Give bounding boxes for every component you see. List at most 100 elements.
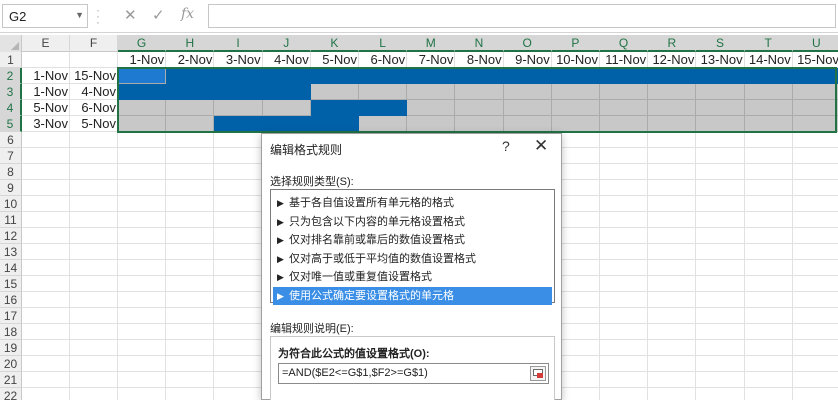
gantt-empty-cell[interactable] bbox=[648, 100, 697, 116]
date-header-cell[interactable]: 4-Nov bbox=[263, 52, 311, 68]
gantt-bar-cell[interactable] bbox=[696, 68, 745, 84]
gantt-empty-cell[interactable] bbox=[310, 84, 359, 100]
date-header-cell[interactable]: 14-Nov bbox=[745, 52, 793, 68]
date-header-cell[interactable]: 15-Nov bbox=[793, 52, 838, 68]
task-start-cell[interactable]: 1-Nov bbox=[22, 84, 70, 100]
gantt-empty-cell[interactable] bbox=[118, 100, 167, 116]
row-header-6[interactable]: 6 bbox=[0, 132, 22, 148]
date-header-cell[interactable]: 9-Nov bbox=[504, 52, 552, 68]
date-header-cell[interactable]: 11-Nov bbox=[600, 52, 648, 68]
gantt-bar-cell[interactable] bbox=[166, 84, 215, 100]
gantt-bar-cell[interactable] bbox=[648, 68, 697, 84]
row-header-9[interactable]: 9 bbox=[0, 180, 22, 196]
date-header-cell[interactable]: 1-Nov bbox=[118, 52, 166, 68]
row-header-10[interactable]: 10 bbox=[0, 196, 22, 212]
row-header-12[interactable]: 12 bbox=[0, 228, 22, 244]
row-header-3[interactable]: 3 bbox=[0, 84, 22, 100]
select-all-corner[interactable] bbox=[0, 35, 22, 52]
column-header-m[interactable]: M bbox=[407, 35, 456, 52]
gantt-empty-cell[interactable] bbox=[551, 100, 600, 116]
gantt-bar-cell[interactable] bbox=[600, 68, 649, 84]
column-header-h[interactable]: H bbox=[166, 35, 215, 52]
rule-type-item[interactable]: ▶ 仅对唯一值或重复值设置格式 bbox=[273, 268, 552, 286]
date-header-cell[interactable]: 6-Nov bbox=[359, 52, 407, 68]
column-header-f[interactable]: F bbox=[70, 35, 118, 52]
date-header-cell[interactable]: 7-Nov bbox=[407, 52, 455, 68]
gantt-bar-cell[interactable] bbox=[262, 116, 311, 132]
gantt-bar-cell[interactable] bbox=[166, 68, 215, 84]
date-header-cell[interactable]: 10-Nov bbox=[552, 52, 600, 68]
gantt-empty-cell[interactable] bbox=[118, 116, 167, 132]
gantt-empty-cell[interactable] bbox=[744, 100, 793, 116]
row-header-20[interactable]: 20 bbox=[0, 356, 22, 372]
gantt-bar-cell[interactable] bbox=[310, 100, 359, 116]
row-header-15[interactable]: 15 bbox=[0, 276, 22, 292]
row-header-8[interactable]: 8 bbox=[0, 164, 22, 180]
gantt-empty-cell[interactable] bbox=[696, 116, 745, 132]
close-icon[interactable]: ✕ bbox=[534, 136, 548, 156]
gantt-empty-cell[interactable] bbox=[455, 116, 504, 132]
row-header-4[interactable]: 4 bbox=[0, 100, 22, 116]
help-icon[interactable]: ? bbox=[502, 138, 510, 154]
gantt-bar-cell[interactable] bbox=[214, 116, 263, 132]
row-header-17[interactable]: 17 bbox=[0, 308, 22, 324]
gantt-bar-cell[interactable] bbox=[262, 84, 311, 100]
gantt-empty-cell[interactable] bbox=[744, 84, 793, 100]
gantt-bar-cell[interactable] bbox=[214, 84, 263, 100]
gantt-bar-cell[interactable] bbox=[118, 68, 167, 84]
row-header-11[interactable]: 11 bbox=[0, 212, 22, 228]
gantt-empty-cell[interactable] bbox=[792, 100, 838, 116]
gantt-empty-cell[interactable] bbox=[600, 116, 649, 132]
column-header-o[interactable]: O bbox=[503, 35, 552, 52]
row-header-22[interactable]: 22 bbox=[0, 388, 22, 400]
column-header-u[interactable]: U bbox=[792, 35, 838, 52]
row-header-7[interactable]: 7 bbox=[0, 148, 22, 164]
task-end-cell[interactable]: 6-Nov bbox=[70, 100, 118, 116]
gantt-empty-cell[interactable] bbox=[792, 116, 838, 132]
column-header-g[interactable]: G bbox=[118, 35, 167, 52]
row-header-18[interactable]: 18 bbox=[0, 324, 22, 340]
gantt-empty-cell[interactable] bbox=[359, 84, 408, 100]
chevron-down-icon[interactable]: ▼ bbox=[75, 10, 84, 20]
row-header-5[interactable]: 5 bbox=[0, 116, 22, 132]
formula-input[interactable] bbox=[208, 4, 836, 28]
task-start-cell[interactable]: 1-Nov bbox=[22, 68, 70, 84]
check-icon[interactable]: ✓ bbox=[152, 6, 165, 24]
gantt-empty-cell[interactable] bbox=[455, 100, 504, 116]
date-header-cell[interactable]: 5-Nov bbox=[311, 52, 359, 68]
gantt-empty-cell[interactable] bbox=[166, 116, 215, 132]
gantt-empty-cell[interactable] bbox=[214, 100, 263, 116]
gantt-bar-cell[interactable] bbox=[310, 116, 359, 132]
column-header-s[interactable]: S bbox=[696, 35, 745, 52]
gantt-empty-cell[interactable] bbox=[696, 84, 745, 100]
gantt-empty-cell[interactable] bbox=[600, 100, 649, 116]
gantt-bar-cell[interactable] bbox=[407, 68, 456, 84]
gantt-empty-cell[interactable] bbox=[648, 84, 697, 100]
gantt-empty-cell[interactable] bbox=[503, 84, 552, 100]
gantt-empty-cell[interactable] bbox=[648, 116, 697, 132]
gantt-empty-cell[interactable] bbox=[503, 100, 552, 116]
gantt-bar-cell[interactable] bbox=[455, 68, 504, 84]
gantt-empty-cell[interactable] bbox=[407, 116, 456, 132]
column-header-j[interactable]: J bbox=[262, 35, 311, 52]
gantt-empty-cell[interactable] bbox=[551, 84, 600, 100]
rule-type-item[interactable]: ▶ 基于各自值设置所有单元格的格式 bbox=[273, 194, 552, 212]
gantt-empty-cell[interactable] bbox=[166, 100, 215, 116]
gantt-bar-cell[interactable] bbox=[118, 84, 167, 100]
task-start-cell[interactable]: 3-Nov bbox=[22, 116, 70, 132]
column-header-l[interactable]: L bbox=[359, 35, 408, 52]
row-header-1[interactable]: 1 bbox=[0, 52, 22, 68]
column-header-q[interactable]: Q bbox=[600, 35, 649, 52]
gantt-empty-cell[interactable] bbox=[792, 84, 838, 100]
gantt-bar-cell[interactable] bbox=[310, 68, 359, 84]
gantt-empty-cell[interactable] bbox=[503, 116, 552, 132]
gantt-empty-cell[interactable] bbox=[407, 100, 456, 116]
gantt-bar-cell[interactable] bbox=[359, 68, 408, 84]
row-header-13[interactable]: 13 bbox=[0, 244, 22, 260]
drag-handle-icon[interactable]: · · · bbox=[96, 4, 102, 28]
gantt-empty-cell[interactable] bbox=[407, 84, 456, 100]
rule-type-item[interactable]: ▶ 使用公式确定要设置格式的单元格 bbox=[273, 286, 552, 305]
fx-icon[interactable]: fx bbox=[181, 6, 194, 22]
row-header-2[interactable]: 2 bbox=[0, 68, 22, 84]
gantt-bar-cell[interactable] bbox=[503, 68, 552, 84]
